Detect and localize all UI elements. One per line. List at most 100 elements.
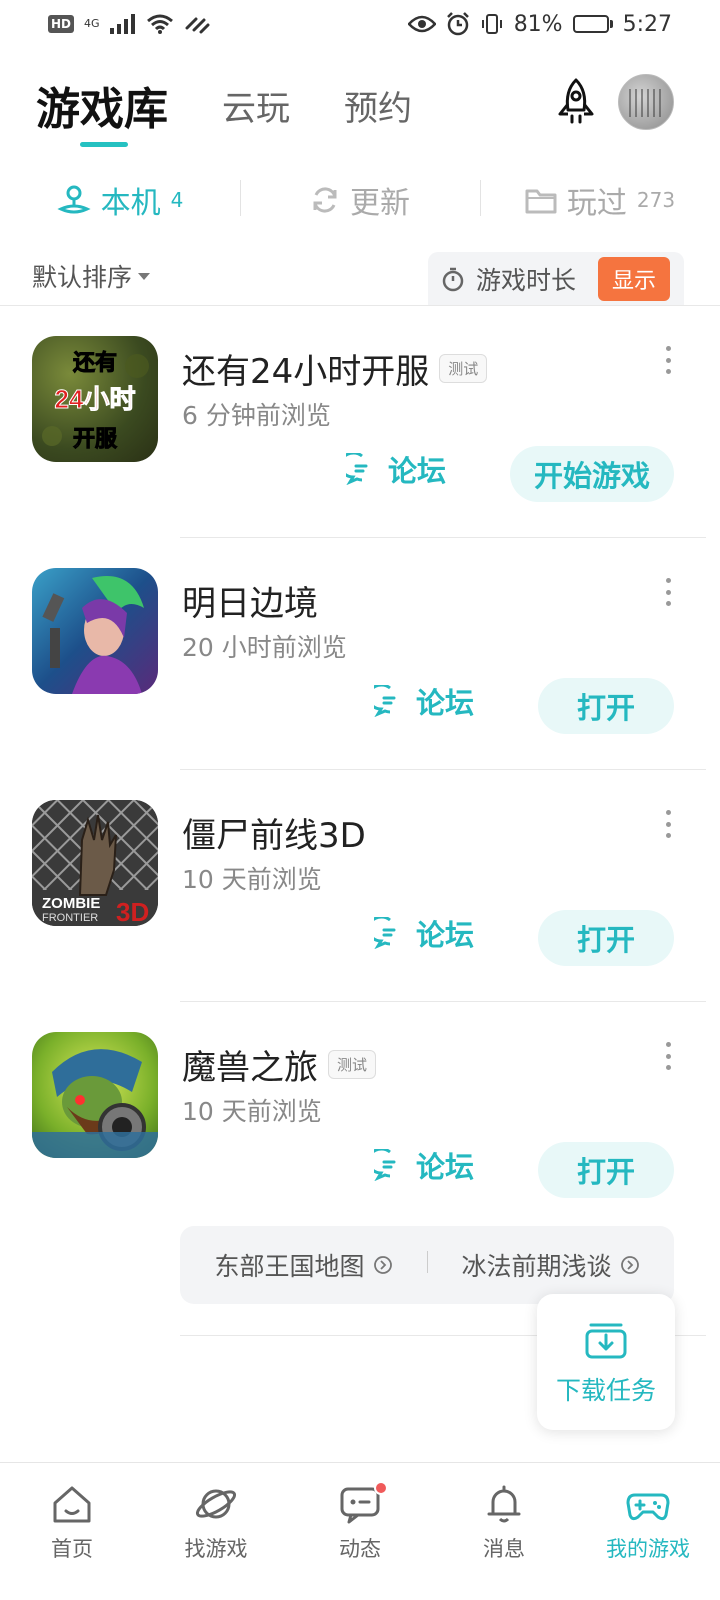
game-title[interactable]: 僵尸前线3D	[182, 808, 366, 857]
game-icon[interactable]: 还有 24小时 开服	[32, 336, 158, 462]
game-item[interactable]: ZOMBIE FRONTIER 3D 僵尸前线3D 10 天前浏览 论坛 打开	[0, 770, 720, 1002]
game-title-row: 还有24小时开服 测试	[182, 344, 488, 393]
strategy-link[interactable]: 东部王国地图	[180, 1247, 427, 1283]
game-icon[interactable]	[32, 1032, 158, 1158]
nav-my-games[interactable]: 我的游戏	[576, 1463, 720, 1600]
download-task-button[interactable]: 下载任务	[537, 1294, 675, 1430]
subtab-played[interactable]: 玩过 273	[480, 170, 720, 230]
refresh-icon	[313, 187, 337, 213]
avatar[interactable]	[618, 74, 674, 130]
notification-dot	[374, 1481, 388, 1495]
more-icon[interactable]	[660, 346, 676, 374]
download-task-label: 下载任务	[555, 1376, 656, 1405]
open-button[interactable]: 打开	[538, 1142, 674, 1198]
game-icon-art	[42, 576, 144, 694]
battery-icon	[572, 15, 613, 33]
subtab-update[interactable]: 更新	[240, 170, 480, 230]
game-icon-text-bottom: 3D	[116, 897, 149, 926]
open-button[interactable]: 打开	[538, 678, 674, 734]
tab-indicator	[80, 142, 128, 147]
game-icon-text-top: 还有	[72, 350, 117, 375]
forum-button[interactable]: 论坛	[374, 680, 474, 722]
forum-button[interactable]: 论坛	[374, 1144, 474, 1186]
sub-tabs: 本机 4 更新 玩过 273	[0, 170, 720, 230]
folder-icon	[525, 189, 557, 214]
subtab-local-label: 本机	[100, 186, 161, 221]
game-title[interactable]: 魔兽之旅	[182, 1040, 318, 1089]
more-icon[interactable]	[660, 578, 676, 606]
circle-chevron-right-icon	[620, 1256, 639, 1274]
subtab-played-label: 玩过	[566, 186, 627, 221]
battery-percent: 81%	[513, 11, 563, 37]
top-tabs: 游戏库 云玩 预约	[36, 70, 412, 140]
joystick-icon	[57, 185, 91, 214]
rocket-icon[interactable]	[550, 76, 602, 128]
subtab-local[interactable]: 本机 4	[0, 170, 240, 230]
game-icon-art: ZOMBIE FRONTIER 3D	[32, 800, 158, 926]
tab-library[interactable]: 游戏库	[36, 73, 168, 137]
tab-reservation[interactable]: 预约	[344, 81, 412, 130]
game-title-row: 明日边境	[182, 576, 318, 625]
subtab-local-count: 4	[170, 188, 184, 212]
game-last-viewed: 20 小时前浏览	[182, 633, 347, 662]
strategy-link-label: 东部王国地图	[214, 1252, 365, 1281]
signal-icon	[109, 14, 135, 34]
forum-button[interactable]: 论坛	[374, 912, 474, 954]
game-icon-text-middle: FRONTIER	[42, 912, 98, 924]
caret-down-icon	[138, 272, 151, 280]
nav-feed[interactable]: 动态	[288, 1463, 432, 1600]
game-icon-art: 还有 24小时 开服	[42, 350, 149, 452]
playtime-show-button[interactable]: 显示	[597, 257, 670, 301]
sort-label: 默认排序	[32, 263, 133, 292]
game-icon-art	[32, 1049, 158, 1158]
game-title[interactable]: 还有24小时开服	[182, 344, 429, 393]
more-icon[interactable]	[660, 1042, 676, 1070]
forum-label: 论坛	[416, 1150, 475, 1184]
game-icon-text-top: ZOMBIE	[42, 895, 100, 912]
chat-bubble-icon	[346, 453, 368, 485]
subtab-played-count: 273	[636, 188, 676, 212]
sort-dropdown[interactable]: 默认排序	[32, 258, 151, 294]
alarm-icon	[446, 12, 469, 36]
bottom-nav: 首页 找游戏 动态 消息 我的游戏	[0, 1462, 720, 1600]
nav-home[interactable]: 首页	[0, 1463, 144, 1600]
more-icon[interactable]	[660, 810, 676, 838]
game-icon[interactable]	[32, 568, 158, 694]
status-bar: HD 4G 81% 5:27	[0, 0, 720, 48]
game-item[interactable]: 还有 24小时 开服 还有24小时开服 测试 6 分钟前浏览 论坛 开始游戏	[0, 306, 720, 538]
nav-my-games-label: 我的游戏	[606, 1537, 690, 1561]
chat-bubble-icon	[374, 917, 396, 949]
strategy-link[interactable]: 冰法前期浅谈	[427, 1247, 674, 1283]
stopwatch-icon	[442, 267, 464, 292]
nav-messages-label: 消息	[483, 1537, 525, 1561]
clock: 5:27	[622, 11, 672, 37]
forum-button[interactable]: 论坛	[346, 448, 446, 490]
start-game-button[interactable]: 开始游戏	[510, 446, 674, 502]
home-icon	[53, 1486, 91, 1523]
wifi-icon	[146, 14, 173, 34]
network-type: 4G	[84, 17, 100, 30]
tab-cloud-play[interactable]: 云玩	[222, 81, 290, 130]
nav-find-games[interactable]: 找游戏	[144, 1463, 288, 1600]
game-item[interactable]: 魔兽之旅 测试 10 天前浏览 论坛 打开	[0, 1002, 720, 1234]
download-tray-icon	[585, 1323, 627, 1359]
game-icon-text-middle: 24小时	[55, 384, 136, 414]
nav-feed-label: 动态	[339, 1537, 381, 1561]
game-last-viewed: 10 天前浏览	[182, 865, 322, 894]
planet-icon	[195, 1489, 237, 1519]
game-icon[interactable]: ZOMBIE FRONTIER 3D	[32, 800, 158, 926]
game-title[interactable]: 明日边境	[182, 576, 318, 625]
circle-chevron-right-icon	[373, 1256, 392, 1274]
test-badge: 测试	[439, 354, 488, 383]
open-button[interactable]: 打开	[538, 910, 674, 966]
hd-badge: HD	[48, 15, 75, 33]
eye-icon	[407, 15, 436, 33]
game-item[interactable]: 明日边境 20 小时前浏览 论坛 打开	[0, 538, 720, 770]
forum-label: 论坛	[388, 454, 447, 488]
game-title-row: 魔兽之旅 测试	[182, 1040, 377, 1089]
nav-home-label: 首页	[51, 1537, 93, 1561]
playtime-label: 游戏时长	[476, 266, 577, 295]
strategy-link-label: 冰法前期浅谈	[461, 1252, 612, 1281]
nav-messages[interactable]: 消息	[432, 1463, 576, 1600]
test-badge: 测试	[328, 1050, 377, 1079]
